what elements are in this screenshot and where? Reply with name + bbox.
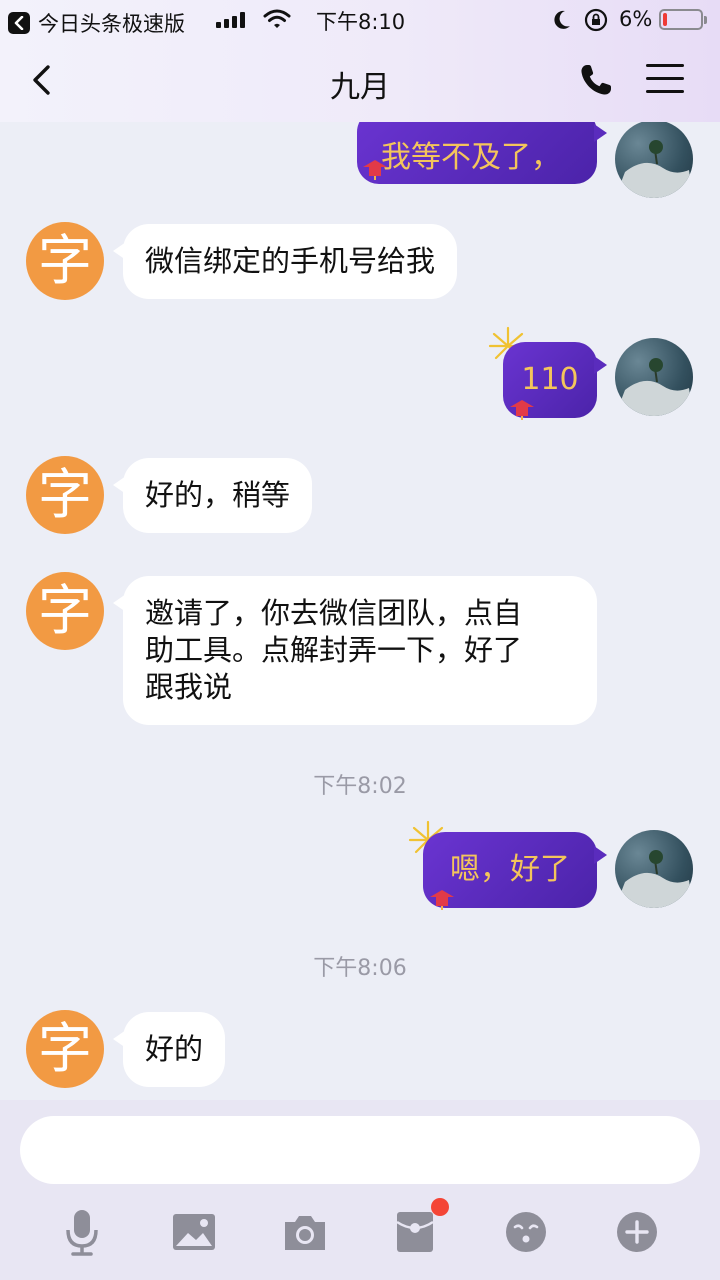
status-time: 下午8:10 (316, 10, 406, 34)
message-incoming: 字 好的，稍等 (0, 454, 720, 544)
message-outgoing: 我等不及了， (0, 122, 720, 198)
avatar[interactable] (615, 122, 693, 198)
battery-level (663, 13, 667, 26)
emoji-icon[interactable] (502, 1208, 550, 1256)
phone-icon[interactable] (578, 62, 614, 102)
message-input[interactable] (20, 1116, 700, 1184)
input-area (0, 1100, 720, 1280)
avatar[interactable]: 字 (26, 222, 104, 300)
message-outgoing: 嗯，好了 (0, 818, 720, 918)
message-text-line: 助工具。点解封弄一下，好了 (145, 633, 523, 667)
avatar[interactable] (615, 338, 693, 416)
back-arrow-icon (8, 12, 30, 34)
timestamp: 下午8:02 (313, 774, 407, 799)
message-text: 我等不及了， (381, 140, 561, 175)
lantern-decoration (510, 400, 534, 420)
status-bar: 今日头条极速版 下午8:10 6% (0, 0, 720, 40)
message-text: 好的 (145, 1032, 204, 1066)
message-text: 110 (521, 362, 579, 397)
lantern-decoration (363, 160, 387, 180)
message-text: 微信绑定的手机号给我 (145, 244, 436, 278)
rotation-lock-icon (584, 8, 608, 36)
battery-percent: 6% (619, 7, 653, 31)
chat-screen: 今日头条极速版 下午8:10 6% 九月 我等不及了， 字 微信绑定的手机号给我… (0, 0, 720, 1280)
avatar[interactable] (615, 830, 693, 908)
message-text: 好的，稍等 (145, 478, 291, 512)
message-incoming: 字 好的 (0, 1008, 720, 1098)
message-bubble[interactable]: 微信绑定的手机号给我 (112, 224, 458, 299)
timestamp: 下午8:06 (313, 956, 407, 981)
nav-bar: 九月 (0, 40, 720, 122)
microphone-icon[interactable] (58, 1208, 106, 1256)
header-area: 今日头条极速版 下午8:10 6% 九月 (0, 0, 720, 122)
wifi-icon (262, 8, 292, 34)
avatar[interactable]: 字 (26, 456, 104, 534)
red-packet-icon[interactable] (391, 1208, 439, 1256)
message-bubble[interactable]: 好的，稍等 (112, 458, 313, 533)
message-bubble[interactable]: 好的 (112, 1012, 226, 1087)
image-icon[interactable] (170, 1208, 218, 1256)
message-text: 嗯，好了 (450, 852, 570, 887)
notification-badge (431, 1198, 449, 1216)
avatar[interactable]: 字 (26, 572, 104, 650)
message-incoming: 字 微信绑定的手机号给我 (0, 220, 720, 310)
message-list[interactable]: 我等不及了， 字 微信绑定的手机号给我 110 字 好的，稍等 字 邀请了，你去… (0, 122, 720, 1100)
lantern-decoration (430, 890, 454, 910)
back-to-app[interactable]: 今日头条极速版 (8, 8, 185, 38)
camera-icon[interactable] (281, 1208, 329, 1256)
plus-icon[interactable] (613, 1208, 661, 1256)
battery-icon (659, 9, 707, 30)
message-bubble[interactable]: 邀请了，你去微信团队，点自 助工具。点解封弄一下，好了 跟我说 (113, 576, 597, 725)
message-bubble[interactable]: 我等不及了， (357, 122, 607, 184)
message-text-line: 跟我说 (145, 670, 233, 704)
avatar[interactable]: 字 (26, 1010, 104, 1088)
back-app-label: 今日头条极速版 (38, 12, 185, 36)
signal-icon (216, 12, 245, 28)
moon-icon (552, 9, 572, 35)
menu-icon[interactable] (646, 64, 684, 96)
message-incoming: 字 邀请了，你去微信团队，点自 助工具。点解封弄一下，好了 跟我说 (0, 572, 720, 732)
message-text-line: 邀请了，你去微信团队，点自 (145, 596, 523, 630)
message-outgoing: 110 (0, 324, 720, 434)
